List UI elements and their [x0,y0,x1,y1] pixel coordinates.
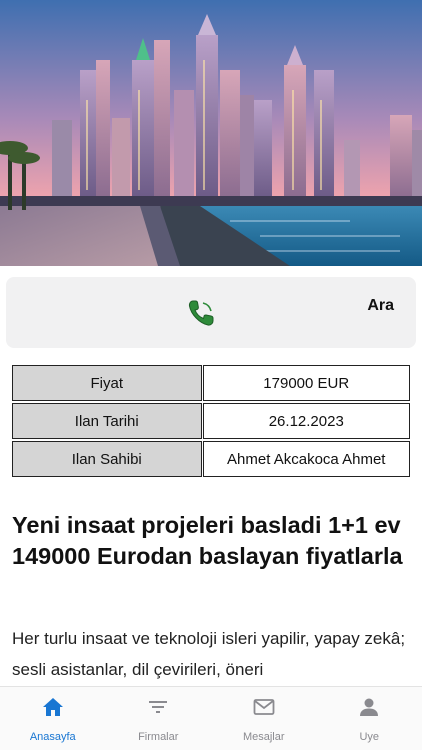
home-icon [42,698,63,716]
listing-photo [0,0,422,266]
listing-title: Yeni insaat projeleri basladi 1+1 ev 149… [12,512,403,569]
call-label: Ara [367,297,394,314]
price-value: 179000 EUR [202,365,410,401]
owner-value: Ahmet Akcakoca Ahmet [202,441,410,477]
filter-list-icon [149,701,168,713]
table-row: Fiyat 179000 EUR [12,365,410,401]
call-button[interactable]: Ara [6,277,416,348]
tab-member[interactable]: Uye [317,687,422,750]
tab-companies[interactable]: Firmalar [106,687,212,750]
bottom-tab-bar: Anasayfa Firmalar Mesajlar Uye [0,686,422,750]
listing-info-table: Fiyat 179000 EUR Ilan Tarihi 26.12.2023 … [12,365,410,479]
phone-icon [184,296,218,330]
tab-home[interactable]: Anasayfa [0,687,106,750]
table-row: Ilan Sahibi Ahmet Akcakoca Ahmet [12,441,410,477]
listing-date-key: Ilan Tarihi [12,403,202,439]
tab-label: Uye [359,731,380,743]
tab-label: Anasayfa [29,731,76,743]
tab-label: Mesajlar [242,731,285,743]
owner-key: Ilan Sahibi [12,441,202,477]
mail-icon [253,699,275,715]
listing-date-value: 26.12.2023 [202,403,410,439]
tab-label: Firmalar [138,731,179,743]
price-key: Fiyat [12,365,202,401]
person-icon [360,698,379,716]
listing-description: Her turlu insaat ve teknoloji isleri yap… [12,629,406,679]
tab-messages[interactable]: Mesajlar [211,687,317,750]
table-row: Ilan Tarihi 26.12.2023 [12,403,410,439]
